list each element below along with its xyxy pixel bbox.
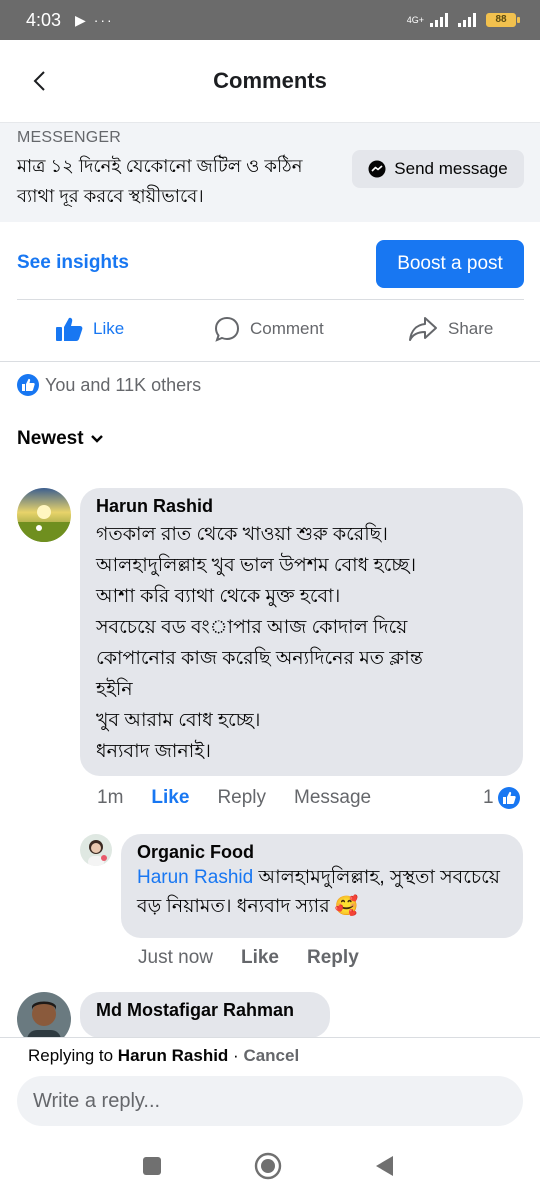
- comment-line: ধন্যবাদ জানাই।: [96, 741, 211, 762]
- system-nav-bar: [0, 1137, 540, 1200]
- comment-like-button[interactable]: Like: [151, 787, 189, 809]
- cancel-reply-button[interactable]: Cancel: [243, 1046, 299, 1065]
- post-source-label: MESSENGER: [17, 129, 122, 146]
- signal-icon-2: [458, 13, 476, 27]
- like-button[interactable]: Like: [55, 316, 124, 342]
- send-message-button[interactable]: Send message: [352, 150, 524, 188]
- avatar[interactable]: [80, 834, 112, 866]
- sort-label: Newest: [17, 428, 84, 449]
- replying-to-name: Harun Rashid: [117, 1046, 229, 1065]
- comment-line: খুব আরাম বোধ হচ্ছে।: [96, 710, 261, 731]
- network-type: 4G+: [406, 15, 424, 25]
- back-triangle-icon: [376, 1156, 393, 1176]
- share-button[interactable]: Share: [408, 316, 493, 342]
- comment-line: আশা করি ব্যাথা থেকে মুক্ত হবো।: [96, 586, 341, 607]
- back-button[interactable]: [369, 1151, 399, 1181]
- back-arrow-icon[interactable]: [26, 66, 56, 96]
- notification-icons: ▶ ···: [75, 11, 114, 28]
- battery-icon: 88: [486, 13, 520, 27]
- comment-bubble[interactable]: Harun Rashid গতকাল রাত থেকে খাওয়া শুরু …: [80, 488, 523, 776]
- comment-time: Just now: [138, 947, 213, 968]
- insights-row: See insights Boost a post: [0, 222, 540, 300]
- comment-line: গতকাল রাত থেকে খাওয়া শুরু করেছি।: [96, 524, 388, 545]
- comment-reply-button[interactable]: Reply: [217, 787, 266, 809]
- home-button[interactable]: [253, 1151, 283, 1181]
- reactions-summary[interactable]: You and 11K others: [17, 374, 201, 396]
- comment-author[interactable]: Organic Food: [137, 842, 507, 863]
- boost-post-button[interactable]: Boost a post: [376, 240, 524, 288]
- replying-to-label: Replying to Harun Rashid · Cancel: [28, 1046, 299, 1066]
- replying-prefix: Replying to: [28, 1046, 114, 1065]
- thumbs-up-icon: [56, 317, 83, 341]
- comment-author[interactable]: Md Mostafigar Rahman: [96, 1000, 314, 1021]
- comment-author[interactable]: Harun Rashid: [96, 496, 507, 517]
- avatar[interactable]: [17, 488, 71, 542]
- comment-bubble[interactable]: Md Mostafigar Rahman: [80, 992, 330, 1038]
- comment-text: Harun Rashid আলহামদুলিল্লাহ, সুস্থতা সবচ…: [137, 863, 507, 921]
- comment-like-button[interactable]: Like: [241, 947, 279, 969]
- home-circle-icon: [254, 1152, 282, 1180]
- chevron-down-icon: [90, 435, 103, 443]
- separator: ·: [228, 1046, 244, 1065]
- comment-line: কোপানোর কাজ করেছি অন্যদিনের মত ক্লান্ত: [96, 648, 423, 669]
- like-reaction-icon: [497, 787, 520, 809]
- status-time: 4:03: [26, 9, 62, 30]
- reply-input[interactable]: Write a reply...: [17, 1076, 523, 1126]
- like-label: Like: [93, 319, 125, 338]
- comment-time: 1m: [97, 787, 124, 808]
- status-bar: 4:03 ▶ ··· 4G+ 88: [0, 0, 540, 40]
- comment-line: আলহাদুলিল্লাহ খুব ভাল উপশম বোধ হচ্ছে।: [96, 555, 416, 576]
- like-reaction-icon: [17, 374, 39, 396]
- page-title: Comments: [213, 68, 327, 93]
- comment-actions: Just now Like Reply: [138, 947, 387, 969]
- reply-bubble[interactable]: Organic Food Harun Rashid আলহামদুলিল্লাহ…: [121, 834, 523, 938]
- comment-message-button[interactable]: Message: [294, 787, 371, 809]
- comment-reply-button[interactable]: Reply: [307, 947, 359, 969]
- comment-like-count[interactable]: 1: [483, 787, 520, 809]
- comment-text: গতকাল রাত থেকে খাওয়া শুরু করেছি। আলহাদু…: [96, 519, 507, 767]
- recents-button[interactable]: [137, 1151, 167, 1181]
- reactions-text: You and 11K others: [45, 374, 202, 395]
- share-icon: [409, 317, 437, 341]
- post-text: মাত্র ১২ দিনেই যেকোনো জটিল ও কঠিন ব্যাথা…: [17, 156, 303, 206]
- status-right: 4G+ 88: [407, 13, 520, 27]
- post-action-bar: Like Comment Share: [0, 300, 540, 362]
- mention-link[interactable]: Harun Rashid: [137, 867, 253, 888]
- comment-button[interactable]: Comment: [214, 316, 324, 342]
- send-message-label: Send message: [394, 159, 508, 178]
- comment-actions: 1m Like Reply Message: [97, 787, 399, 809]
- messenger-icon: [368, 160, 386, 178]
- comment-line: হইনি: [96, 679, 133, 700]
- sort-dropdown[interactable]: Newest: [17, 428, 104, 450]
- comment-line: সবচেয়ে বড বংাপার আজ কোদাল দিয়ে: [96, 617, 408, 638]
- top-app-bar: Comments: [0, 40, 540, 122]
- signal-icon: [430, 13, 448, 27]
- comment-label: Comment: [250, 319, 324, 338]
- like-count-value: 1: [483, 787, 494, 808]
- share-label: Share: [448, 319, 494, 338]
- comment-icon: [214, 316, 240, 342]
- see-insights-link[interactable]: See insights: [17, 252, 129, 274]
- reply-composer: Replying to Harun Rashid · Cancel Write …: [0, 1037, 540, 1137]
- post-preview[interactable]: MESSENGER মাত্র ১২ দিনেই যেকোনো জটিল ও ক…: [0, 122, 540, 222]
- square-icon: [143, 1157, 161, 1175]
